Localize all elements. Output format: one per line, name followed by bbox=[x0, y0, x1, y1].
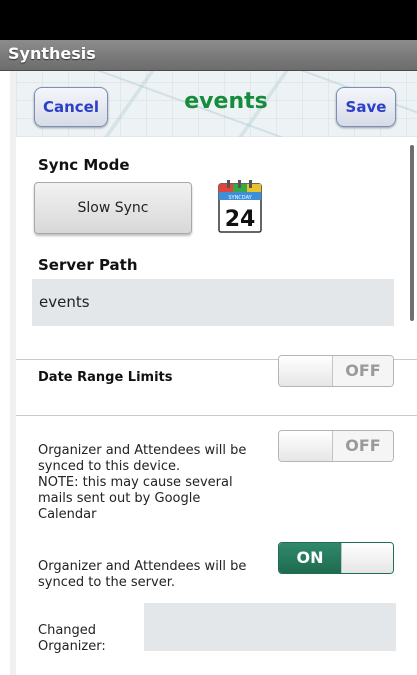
app-title: Synthesis bbox=[8, 44, 96, 63]
server-path-field[interactable]: events bbox=[32, 279, 394, 326]
text-line: Organizer: bbox=[38, 639, 106, 654]
date-range-label: Date Range Limits bbox=[38, 370, 173, 385]
organizer-server-text: Organizer and Attendees will be synced t… bbox=[38, 559, 246, 591]
app-screen: Synthesis Cancel events Save Sync Mode S… bbox=[0, 0, 417, 675]
calendar-day-text: 24 bbox=[225, 207, 256, 232]
text-line: Organizer and Attendees will be bbox=[38, 443, 247, 458]
title-bar: Synthesis bbox=[0, 40, 417, 71]
scrollbar[interactable] bbox=[410, 145, 414, 321]
text-line: Changed bbox=[38, 623, 97, 638]
status-bar bbox=[0, 0, 417, 40]
changed-organizer-field[interactable] bbox=[144, 603, 396, 651]
sync-mode-button[interactable]: Slow Sync bbox=[34, 182, 192, 234]
toggle-knob bbox=[279, 356, 333, 386]
server-path-label: Server Path bbox=[38, 256, 138, 274]
page-title: events bbox=[184, 89, 268, 114]
changed-organizer-label: Changed Organizer: bbox=[38, 623, 106, 655]
toggle-knob bbox=[279, 431, 333, 461]
header-bar: Cancel events Save bbox=[16, 71, 417, 137]
text-line: synced to the server. bbox=[38, 575, 175, 590]
toggle-knob bbox=[341, 543, 393, 573]
toggle-state-text: ON bbox=[279, 543, 341, 573]
sync-mode-label: Sync Mode bbox=[38, 156, 130, 174]
organizer-device-toggle[interactable]: OFF bbox=[278, 430, 394, 462]
toggle-state-text: OFF bbox=[333, 356, 393, 386]
save-button[interactable]: Save bbox=[336, 87, 396, 127]
text-line: mails sent out by Google bbox=[38, 491, 201, 506]
text-line: Organizer and Attendees will be bbox=[38, 559, 247, 574]
cancel-button[interactable]: Cancel bbox=[34, 87, 108, 127]
text-line: NOTE: this may cause several bbox=[38, 475, 233, 490]
calendar-banner-text: SYNCDAY bbox=[228, 195, 252, 201]
calendar-icon: SYNCDAY 24 bbox=[218, 180, 262, 233]
organizer-server-toggle[interactable]: ON bbox=[278, 542, 394, 574]
date-range-toggle[interactable]: OFF bbox=[278, 355, 394, 387]
text-line: Calendar bbox=[38, 507, 97, 522]
organizer-device-text: Organizer and Attendees will be synced t… bbox=[38, 443, 246, 523]
settings-form: Sync Mode Slow Sync SYNCDAY 24 Server Pa… bbox=[16, 137, 417, 675]
text-line: synced to this device. bbox=[38, 459, 181, 474]
toggle-state-text: OFF bbox=[333, 431, 393, 461]
divider bbox=[16, 415, 417, 416]
